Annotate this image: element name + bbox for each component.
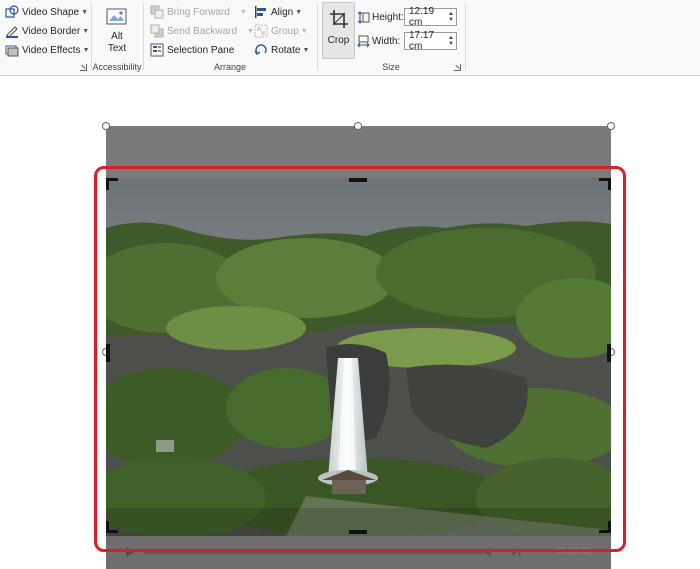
group-button[interactable]: Group ▼ bbox=[254, 22, 308, 40]
chevron-down-icon: ▼ bbox=[247, 27, 254, 35]
crop-highlight-frame bbox=[94, 166, 626, 552]
selection-pane-icon bbox=[150, 43, 164, 57]
video-effects-button[interactable]: Video Effects ▼ bbox=[5, 41, 90, 59]
width-spinner[interactable]: 17.17 cm ▲ ▼ bbox=[404, 30, 457, 52]
spinner-arrows-icon[interactable]: ▲ ▼ bbox=[448, 35, 454, 47]
group-icon bbox=[254, 24, 268, 38]
height-icon bbox=[357, 10, 370, 24]
chevron-down-icon: ▼ bbox=[300, 27, 308, 35]
selection-handle-top-left[interactable] bbox=[102, 122, 110, 130]
align-button[interactable]: Align ▼ bbox=[254, 3, 302, 21]
selection-handle-top-center[interactable] bbox=[354, 122, 362, 130]
width-icon bbox=[357, 35, 370, 48]
align-icon bbox=[254, 5, 268, 19]
height-label: Height: bbox=[372, 11, 404, 23]
chevron-down-icon: ▼ bbox=[81, 8, 89, 16]
rotate-button[interactable]: Rotate ▼ bbox=[254, 41, 309, 59]
video-border-icon bbox=[5, 24, 19, 38]
group-separator bbox=[465, 4, 466, 70]
width-row: Width: 17.17 cm ▲ ▼ bbox=[357, 30, 457, 52]
crop-icon bbox=[329, 9, 349, 29]
video-border-button[interactable]: Video Border ▼ bbox=[5, 22, 89, 40]
selection-pane-label: Selection Pane bbox=[167, 44, 235, 56]
selection-handle-top-right[interactable] bbox=[607, 122, 615, 130]
video-styles-group: Video Shape ▼ Video Border ▼ Video Effec… bbox=[0, 0, 90, 76]
height-spinner[interactable]: 12.19 cm ▲ ▼ bbox=[404, 6, 457, 28]
video-shape-icon bbox=[5, 5, 19, 19]
arrange-group-label: Arrange bbox=[213, 62, 247, 72]
height-value[interactable]: 12.19 cm bbox=[409, 6, 448, 28]
size-group-label: Size bbox=[382, 62, 400, 72]
bring-forward-label: Bring Forward bbox=[167, 6, 230, 18]
selection-pane-button[interactable]: Selection Pane bbox=[150, 41, 234, 59]
chevron-down-icon: ▼ bbox=[82, 27, 90, 35]
crop-button[interactable]: Crop bbox=[322, 2, 355, 59]
send-backward-label: Send Backward bbox=[167, 25, 238, 37]
chevron-down-icon: ▼ bbox=[239, 8, 247, 16]
video-effects-icon bbox=[5, 43, 19, 57]
spinner-arrows-icon[interactable]: ▲ ▼ bbox=[448, 11, 454, 23]
video-shape-label: Video Shape bbox=[22, 6, 80, 18]
size-dialog-launcher[interactable] bbox=[454, 64, 461, 71]
video-shape-button[interactable]: Video Shape ▼ bbox=[5, 3, 88, 21]
width-value[interactable]: 17.17 cm bbox=[409, 30, 448, 52]
bring-forward-icon bbox=[150, 5, 164, 19]
video-styles-dialog-launcher[interactable] bbox=[80, 64, 87, 71]
rotate-icon bbox=[254, 43, 268, 57]
ribbon: Video Shape ▼ Video Border ▼ Video Effec… bbox=[0, 0, 700, 76]
video-effects-label: Video Effects bbox=[22, 44, 81, 56]
group-label: Group bbox=[271, 25, 299, 37]
chevron-down-icon: ▼ bbox=[295, 8, 303, 16]
crop-label: Crop bbox=[327, 35, 350, 46]
alt-text-label: Alt Text bbox=[107, 31, 127, 54]
arrange-group: Bring Forward ▼ Send Backward ▼ Selectio… bbox=[144, 0, 316, 76]
rotate-label: Rotate bbox=[271, 44, 301, 56]
align-label: Align bbox=[271, 6, 294, 18]
height-row: Height: 12.19 cm ▲ ▼ bbox=[357, 6, 457, 28]
alt-text-icon bbox=[106, 6, 128, 28]
accessibility-group-label: Accessibility bbox=[92, 62, 142, 72]
alt-text-button[interactable]: Alt Text bbox=[98, 6, 136, 55]
width-label: Width: bbox=[372, 35, 401, 47]
chevron-down-icon: ▼ bbox=[82, 46, 90, 54]
video-border-label: Video Border bbox=[22, 25, 81, 37]
bring-forward-button[interactable]: Bring Forward ▼ bbox=[150, 3, 247, 21]
send-backward-icon bbox=[150, 24, 164, 38]
send-backward-button[interactable]: Send Backward ▼ bbox=[150, 22, 254, 40]
chevron-down-icon: ▼ bbox=[302, 46, 310, 54]
